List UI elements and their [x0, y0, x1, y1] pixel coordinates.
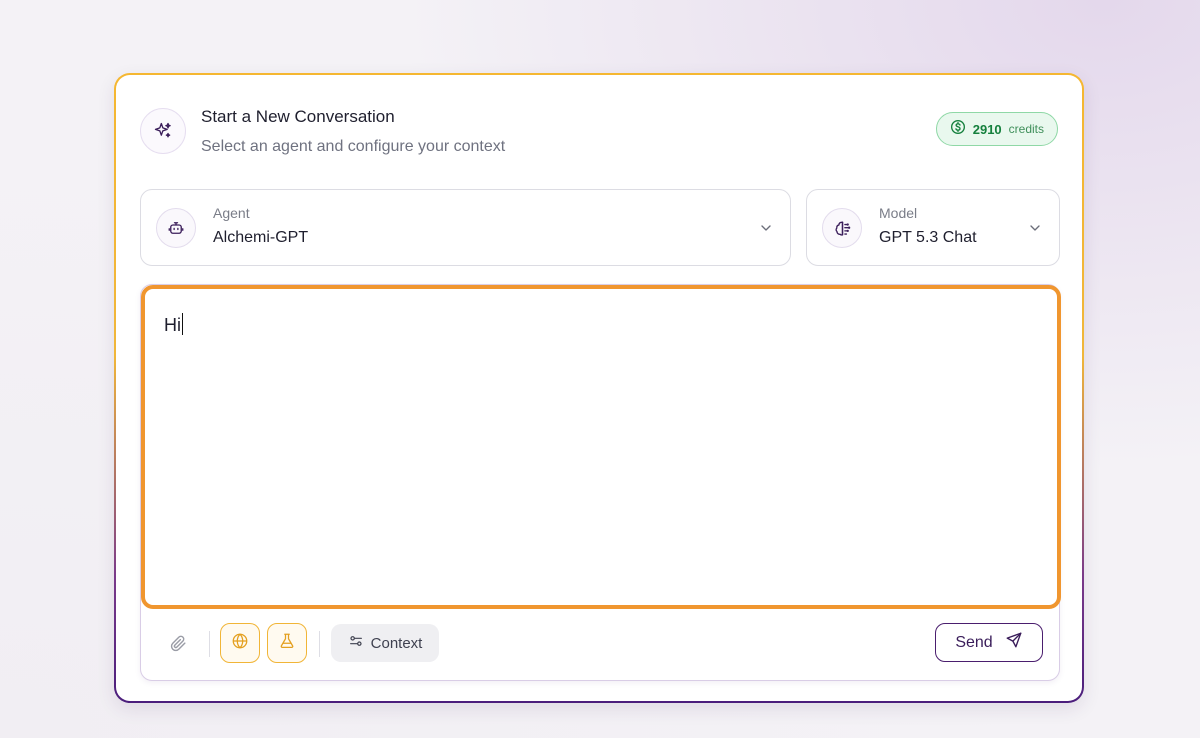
- text-caret: [182, 313, 183, 335]
- model-label: Model: [879, 205, 918, 221]
- credits-label: credits: [1008, 122, 1044, 136]
- page-subtitle: Select an agent and configure your conte…: [201, 138, 506, 155]
- new-conversation-card: Start a New Conversation Select an agent…: [114, 73, 1084, 703]
- toolbar-divider: [209, 631, 210, 657]
- paperclip-icon[interactable]: [167, 632, 189, 654]
- send-icon: [1005, 631, 1023, 654]
- toolbar-divider: [319, 631, 320, 657]
- message-text: Hi: [164, 315, 181, 335]
- web-search-toggle[interactable]: [220, 623, 260, 663]
- model-selector[interactable]: Model GPT 5.3 Chat: [806, 189, 1060, 266]
- lab-mode-toggle[interactable]: [267, 623, 307, 663]
- sparkles-icon: [140, 108, 186, 154]
- message-composer: Hi Context Send: [140, 284, 1061, 681]
- agent-label: Agent: [213, 205, 250, 221]
- credits-badge: 2910 credits: [935, 112, 1058, 146]
- page-title: Start a New Conversation: [201, 107, 395, 126]
- agent-value: Alchemi-GPT: [213, 229, 309, 246]
- app-window: Start a New Conversation Select an agent…: [0, 0, 1200, 738]
- model-value: GPT 5.3 Chat: [879, 229, 977, 246]
- brain-icon: [822, 208, 862, 248]
- send-button[interactable]: Send: [935, 623, 1043, 662]
- globe-icon: [231, 632, 249, 655]
- message-input[interactable]: Hi: [141, 285, 1061, 609]
- chevron-down-icon: [1027, 220, 1043, 236]
- context-button[interactable]: Context: [331, 624, 439, 662]
- sliders-icon: [348, 633, 364, 653]
- dollar-circle-icon: [950, 119, 966, 140]
- agent-selector[interactable]: Agent Alchemi-GPT: [140, 189, 791, 266]
- credits-amount: 2910: [972, 121, 1002, 137]
- context-label: Context: [370, 634, 423, 652]
- composer-toolbar: Context Send: [141, 609, 1061, 681]
- flask-icon: [278, 632, 296, 655]
- send-label: Send: [955, 633, 993, 651]
- chevron-down-icon: [758, 220, 774, 236]
- robot-icon: [156, 208, 196, 248]
